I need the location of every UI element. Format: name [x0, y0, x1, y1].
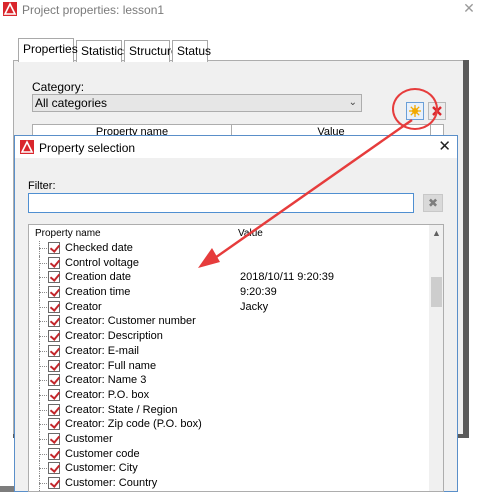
scroll-up-icon[interactable]: ▲: [429, 227, 443, 239]
tree-line: [39, 424, 47, 426]
property-checkbox-icon[interactable]: [48, 418, 60, 431]
category-value: All categories: [35, 96, 108, 110]
property-name: Creator: [65, 300, 102, 313]
list-item[interactable]: Creator: Full name: [29, 358, 429, 374]
annotation-arrow: [198, 119, 413, 268]
property-checkbox-icon[interactable]: [48, 242, 60, 254]
tree-line: [39, 468, 47, 470]
tree-line: [39, 409, 47, 411]
list-item[interactable]: Creator: State / Region: [29, 402, 429, 418]
column-header-property-name[interactable]: Property name: [35, 228, 101, 239]
property-checkbox-icon[interactable]: [48, 462, 60, 475]
property-name: Creator: State / Region: [65, 403, 178, 416]
tab-properties[interactable]: Properties: [18, 38, 78, 62]
list-item[interactable]: Customer: [29, 431, 429, 447]
list-item[interactable]: Creator: P.O. box: [29, 387, 429, 403]
tree-line: [39, 483, 47, 484]
scrollbar-thumb[interactable]: [431, 277, 442, 307]
tab-structure[interactable]: Structure: [124, 40, 178, 62]
list-item[interactable]: Customer code: [29, 446, 429, 462]
list-item[interactable]: Creator: Zip code (P.O. box): [29, 417, 429, 432]
tree-line: [39, 365, 47, 367]
property-name: Creator: Name 3: [65, 374, 147, 387]
property-checkbox-icon[interactable]: [48, 447, 60, 460]
property-name: Customer: Country: [65, 477, 158, 489]
property-value: Jacky: [240, 300, 269, 313]
property-checkbox-icon[interactable]: [48, 432, 60, 445]
list-item[interactable]: Creator: Description: [29, 329, 429, 344]
property-checkbox-icon[interactable]: [48, 477, 60, 489]
list-item[interactable]: Creation time 9:20:39: [29, 285, 429, 300]
filter-label: Filter:: [28, 180, 56, 192]
close-icon[interactable]: ✕: [438, 138, 451, 156]
list-item[interactable]: Creator: Name 3: [29, 373, 429, 388]
chevron-down-icon: ⌄: [348, 97, 357, 108]
eplan-app-icon: [20, 140, 34, 154]
clear-filter-button[interactable]: ✖: [423, 194, 443, 212]
property-checkbox-icon[interactable]: [48, 374, 60, 387]
list-item[interactable]: Creator Jacky: [29, 299, 429, 315]
tree-line: [39, 262, 47, 264]
property-name: Customer code: [65, 447, 140, 460]
window-title: Project properties: lesson1: [22, 3, 165, 17]
property-name: Creator: E-mail: [65, 344, 139, 357]
property-checkbox-icon[interactable]: [48, 256, 60, 269]
property-name: Creator: Zip code (P.O. box): [65, 418, 202, 431]
property-checkbox-icon[interactable]: [48, 271, 60, 284]
list-item[interactable]: Customer: City: [29, 461, 429, 476]
property-name: Creator: Description: [65, 330, 163, 343]
panel-shadow: [463, 60, 469, 438]
property-checkbox-icon[interactable]: [48, 403, 60, 416]
tree-line: [39, 394, 47, 396]
tree-line: [39, 453, 47, 455]
dialog-title: Property selection: [39, 141, 136, 155]
property-name: Creation time: [65, 286, 131, 299]
tab-status[interactable]: Status: [172, 40, 211, 62]
property-name: Customer: [65, 432, 113, 445]
property-name: Control voltage: [65, 256, 139, 269]
property-value: 9:20:39: [240, 286, 277, 299]
eplan-app-icon: [3, 2, 17, 16]
property-checkbox-icon[interactable]: [48, 330, 60, 343]
property-name: Checked date: [65, 242, 133, 254]
title-bar: Project properties: lesson1 ✕: [0, 0, 478, 20]
close-icon[interactable]: ✕: [462, 0, 476, 16]
property-checkbox-icon[interactable]: [48, 344, 60, 357]
property-name: Customer: City: [65, 462, 138, 475]
property-name: Creator: P.O. box: [65, 388, 150, 401]
tree-line: [39, 277, 47, 279]
property-name: Creator: Full name: [65, 359, 157, 372]
list-item[interactable]: Creator: Customer number: [29, 314, 429, 330]
property-checkbox-icon[interactable]: [48, 286, 60, 299]
tree-line: [39, 438, 47, 440]
tree-line: [39, 321, 47, 323]
tree-line: [39, 380, 47, 382]
list-item[interactable]: Customer: Country: [29, 476, 429, 491]
tree-line: [39, 248, 47, 249]
property-name: Creator: Customer number: [65, 315, 196, 328]
category-label: Category:: [32, 80, 85, 94]
property-checkbox-icon[interactable]: [48, 315, 60, 328]
property-checkbox-icon[interactable]: [48, 388, 60, 401]
list-item[interactable]: Creator: E-mail: [29, 343, 429, 359]
tree-line: [39, 336, 47, 338]
property-checkbox-icon[interactable]: [48, 359, 60, 372]
property-checkbox-icon[interactable]: [48, 300, 60, 313]
vertical-scrollbar[interactable]: ▲: [429, 225, 443, 491]
tab-statistics[interactable]: Statistics: [76, 40, 129, 62]
tree-line: [39, 350, 47, 352]
tree-line: [39, 292, 47, 294]
property-name: Creation date: [65, 271, 132, 284]
tree-line: [39, 306, 47, 308]
